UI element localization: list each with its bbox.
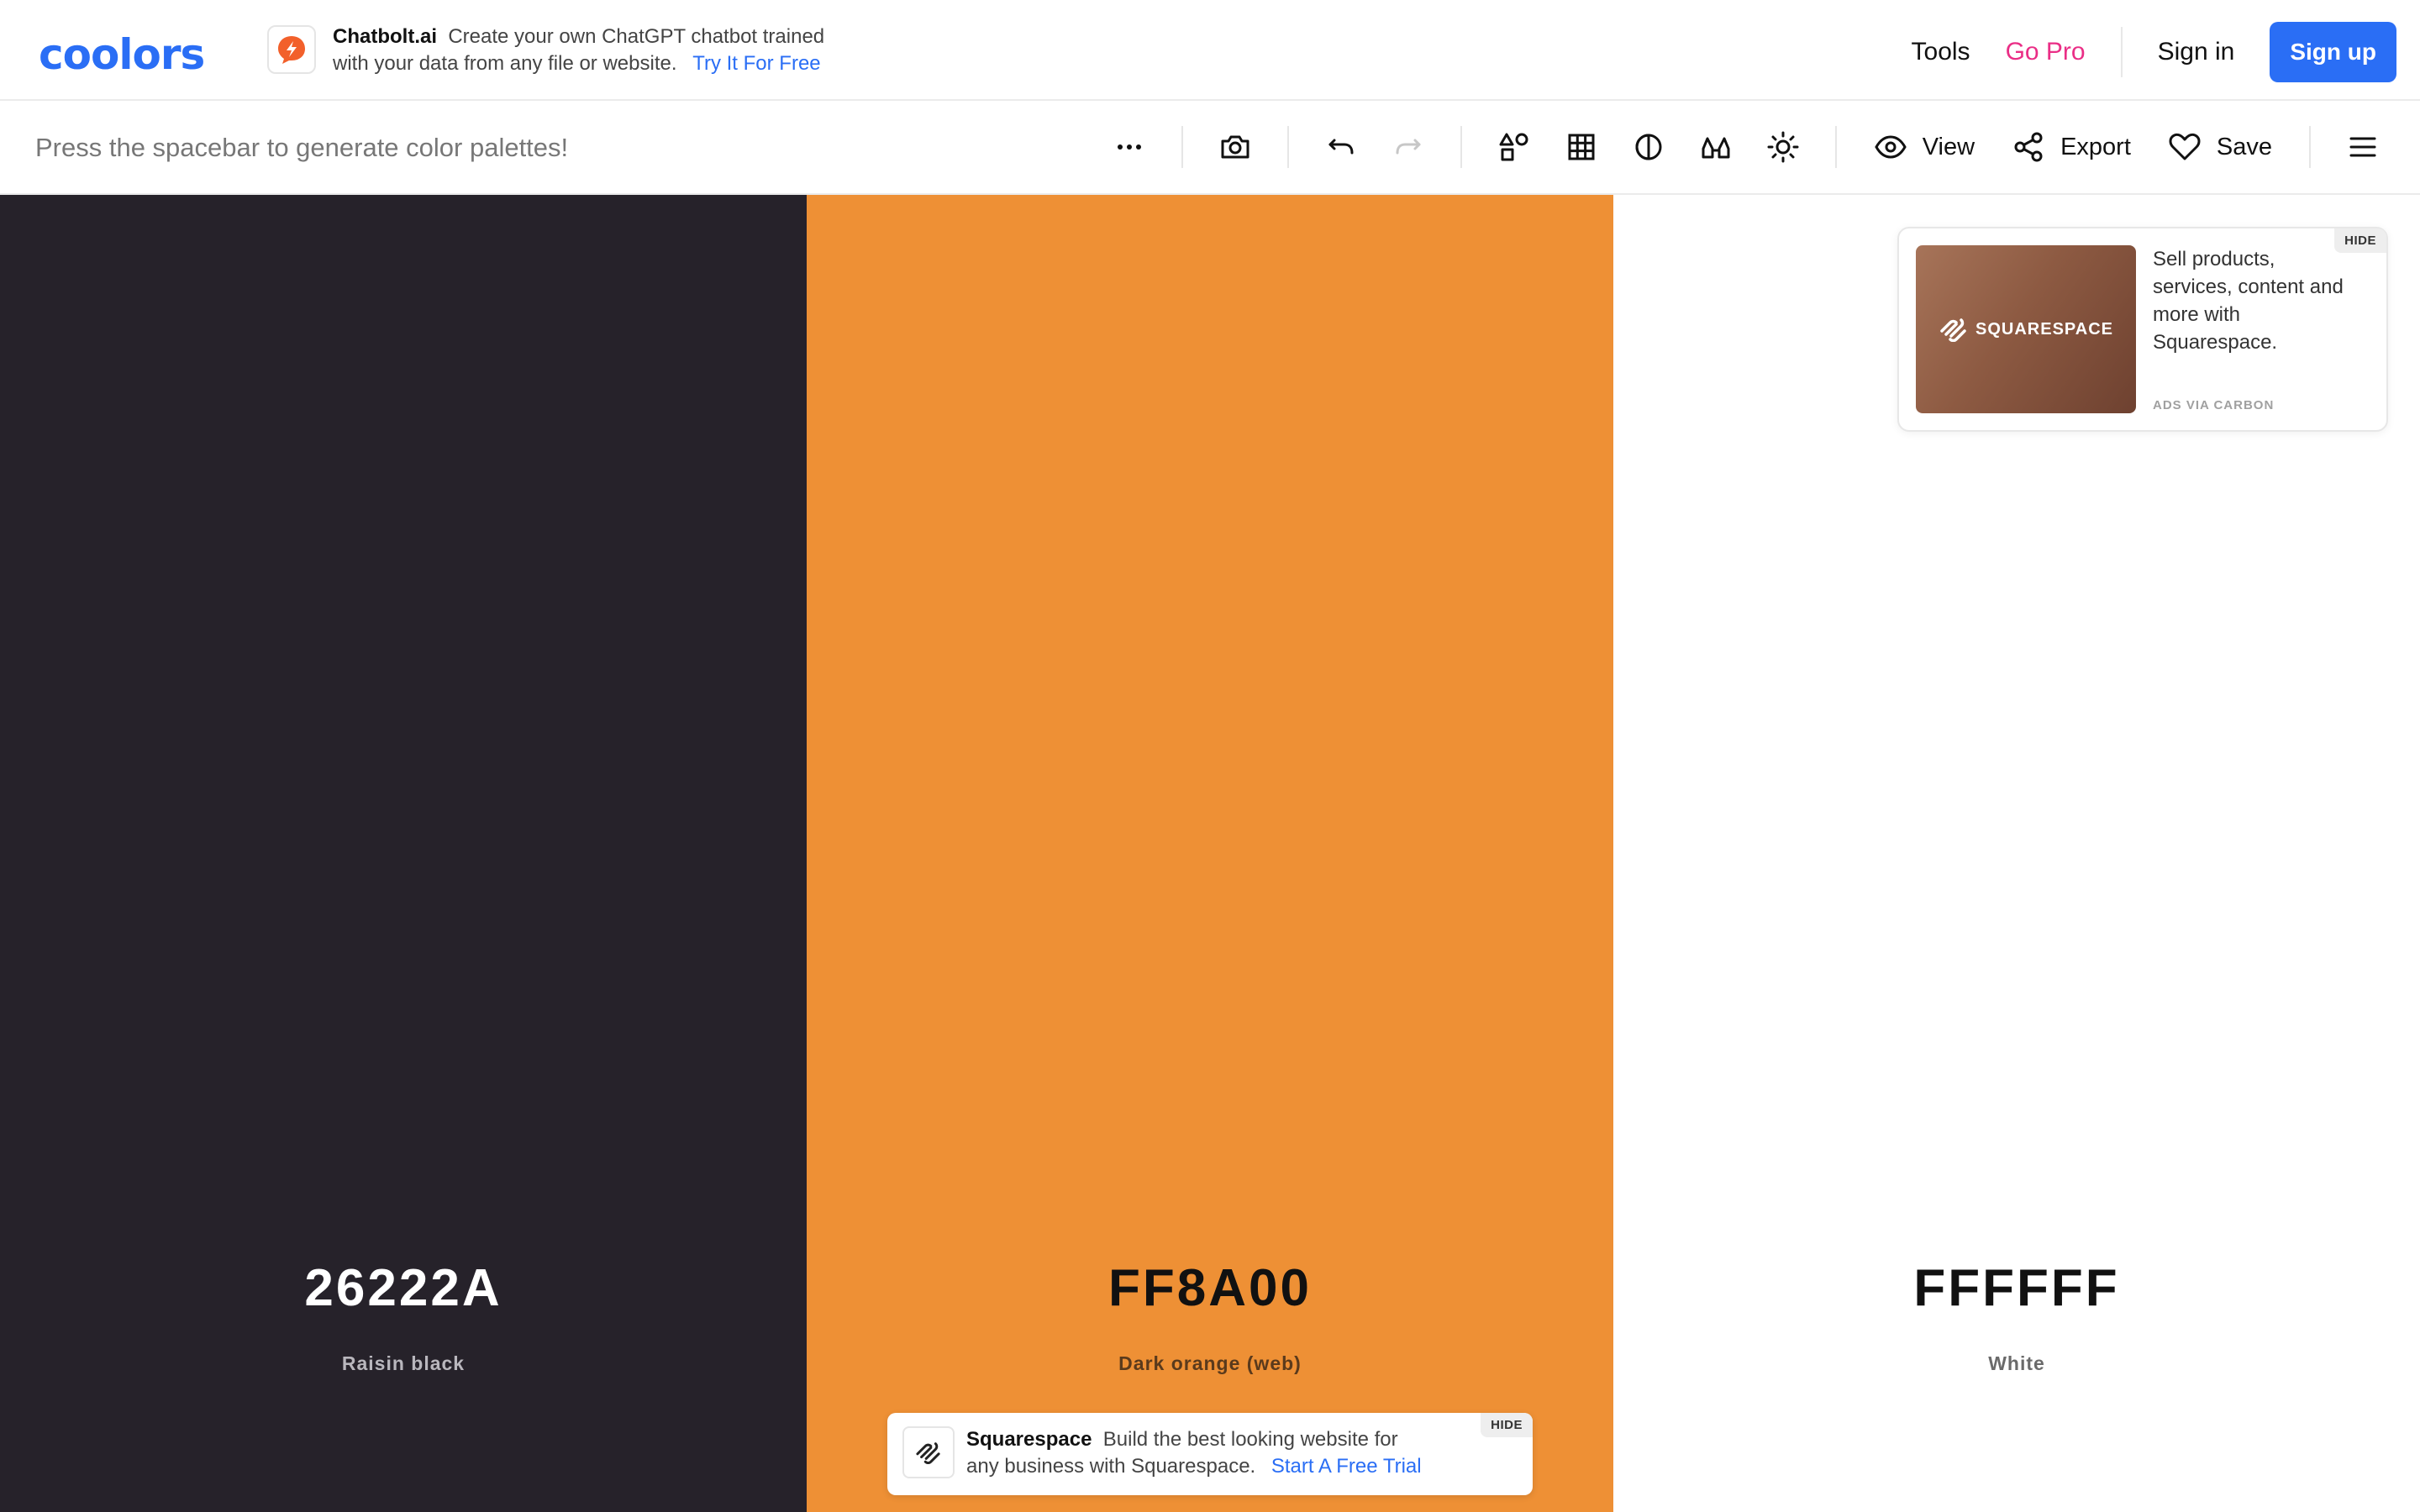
toolbar-divider [1460, 126, 1462, 168]
chatbolt-logo-icon [267, 25, 316, 74]
hide-bottom-ad-button[interactable]: HIDE [1481, 1413, 1533, 1437]
color-hex[interactable]: FF8A00 [807, 1258, 1613, 1318]
go-pro-link[interactable]: Go Pro [2006, 38, 2086, 66]
share-icon [2014, 132, 2043, 162]
sun-icon[interactable] [1758, 122, 1808, 172]
promo-line2: with your data from any file or website. [333, 52, 677, 75]
camera-icon[interactable] [1210, 122, 1260, 172]
toolbar-actions: View Export Save [1096, 101, 2396, 193]
bottom-ad-banner[interactable]: Squarespace Build the best looking websi… [887, 1413, 1533, 1495]
coolors-logo[interactable]: coolors [39, 30, 205, 79]
sign-in-link[interactable]: Sign in [2158, 38, 2235, 66]
squarespace-logo-icon [902, 1426, 955, 1478]
undo-icon[interactable] [1316, 122, 1366, 172]
nav-right: Tools Go Pro Sign in Sign up [1876, 22, 2396, 82]
color-name: Dark orange (web) [1118, 1352, 1302, 1374]
sign-up-button[interactable]: Sign up [2270, 22, 2396, 82]
tools-link[interactable]: Tools [1912, 38, 1970, 66]
hide-ad-button[interactable]: HIDE [2334, 228, 2386, 253]
color-hex[interactable]: FFFFFF [1613, 1258, 2420, 1318]
ads-via-carbon-link[interactable]: ADS VIA CARBON [2153, 398, 2274, 412]
color-swatch-2[interactable]: FF8A00 Dark orange (web) [807, 195, 1613, 1512]
view-label: View [1922, 133, 1975, 160]
export-label: Export [2060, 133, 2131, 160]
shapes-icon[interactable] [1489, 122, 1539, 172]
promo-text: Chatbolt.ai Create your own ChatGPT chat… [333, 24, 921, 77]
toolbar-divider [1181, 126, 1183, 168]
ad-image-text: SQUARESPACE [1975, 319, 2113, 339]
squarespace-ad-image[interactable]: SQUARESPACE [1916, 245, 2136, 413]
toolbar-divider [1834, 126, 1837, 168]
more-options-icon[interactable] [1104, 122, 1155, 172]
grid-icon[interactable] [1556, 122, 1607, 172]
promo-line1: Create your own ChatGPT chatbot trained [448, 25, 825, 48]
redo-icon[interactable] [1383, 122, 1434, 172]
save-label: Save [2216, 133, 2272, 160]
carbon-ad-text[interactable]: Sell products, services, content and mor… [2153, 245, 2354, 356]
squarespace-logo-icon [1940, 318, 1966, 342]
export-button[interactable]: Export [2012, 122, 2131, 172]
generator-toolbar: Press the spacebar to generate color pal… [0, 101, 2420, 195]
view-button[interactable]: View [1874, 122, 1975, 172]
promo-brand: Chatbolt.ai [333, 25, 437, 48]
carbon-ad[interactable]: SQUARESPACE Sell products, services, con… [1897, 227, 2388, 432]
toolbar-divider [2309, 126, 2311, 168]
glasses-icon[interactable] [1691, 122, 1741, 172]
bottom-ad-line2: any business with Squarespace. [966, 1455, 1256, 1478]
hamburger-menu-icon[interactable] [2338, 122, 2388, 172]
bottom-ad-brand: Squarespace [966, 1428, 1092, 1451]
color-name: White [1988, 1352, 2045, 1374]
start-free-trial-link[interactable]: Start A Free Trial [1271, 1455, 1422, 1478]
color-swatch-1[interactable]: 26222A Raisin black [0, 195, 807, 1512]
save-button[interactable]: Save [2168, 122, 2272, 172]
promo-link[interactable]: Try It For Free [692, 52, 820, 75]
top-navigation: coolors Chatbolt.ai Create your own Chat… [0, 0, 2420, 101]
color-hex[interactable]: 26222A [0, 1258, 807, 1318]
color-name: Raisin black [341, 1352, 466, 1374]
eye-icon [1875, 135, 1907, 159]
spacebar-hint: Press the spacebar to generate color pal… [35, 133, 569, 162]
heart-icon [2169, 133, 2201, 160]
bottom-ad-line1: Build the best looking website for [1102, 1428, 1398, 1451]
bottom-ad-text: Squarespace Build the best looking websi… [966, 1426, 1470, 1480]
nav-divider [2120, 27, 2123, 77]
contrast-icon[interactable] [1623, 122, 1674, 172]
toolbar-divider [1286, 126, 1289, 168]
